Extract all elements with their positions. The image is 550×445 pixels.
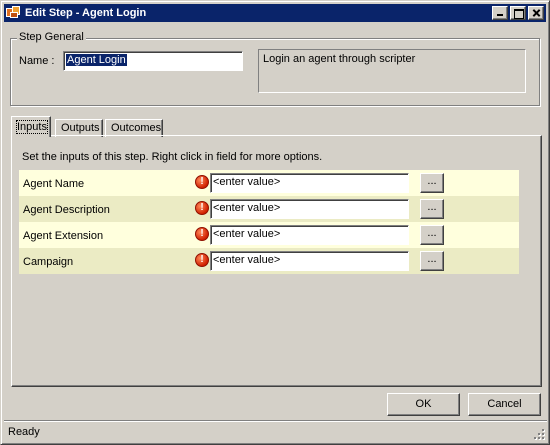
- input-value-field[interactable]: <enter value>: [210, 251, 409, 271]
- input-label: Agent Description: [23, 204, 110, 216]
- ok-button[interactable]: OK: [387, 393, 460, 416]
- tab-inputs[interactable]: Inputs: [11, 116, 51, 137]
- input-label: Campaign: [23, 256, 74, 268]
- browse-button[interactable]: ...: [420, 225, 444, 245]
- input-label: Agent Extension: [23, 230, 104, 242]
- maximize-button[interactable]: [510, 6, 526, 20]
- input-row: Agent Extension ! <enter value> ...: [19, 222, 519, 248]
- group-title: Step General: [17, 31, 86, 43]
- browse-button[interactable]: ...: [420, 199, 444, 219]
- resize-grip-icon[interactable]: [533, 428, 545, 440]
- browse-button[interactable]: ...: [420, 173, 444, 193]
- input-value-field[interactable]: <enter value>: [210, 173, 409, 193]
- edit-step-dialog: Edit Step - Agent Login Step General Nam…: [0, 0, 550, 445]
- scripter-app-icon: [6, 6, 22, 20]
- error-icon: !: [195, 175, 209, 189]
- window-title: Edit Step - Agent Login: [25, 7, 147, 19]
- name-label: Name :: [19, 55, 55, 67]
- error-icon: !: [195, 253, 209, 267]
- input-value-field[interactable]: <enter value>: [210, 199, 409, 219]
- status-text: Ready: [8, 426, 40, 438]
- name-field[interactable]: Agent Login: [63, 51, 243, 71]
- input-label: Agent Name: [23, 178, 85, 190]
- error-icon: !: [195, 227, 209, 241]
- instruction-text: Set the inputs of this step. Right click…: [22, 151, 323, 163]
- minimize-button[interactable]: [492, 6, 508, 20]
- close-button[interactable]: [528, 6, 544, 20]
- name-value: Agent Login: [66, 54, 127, 66]
- input-row: Campaign ! <enter value> ...: [19, 248, 519, 274]
- cancel-button[interactable]: Cancel: [468, 393, 541, 416]
- inputs-grid: Agent Name ! <enter value> ... Agent Des…: [19, 170, 519, 274]
- browse-button[interactable]: ...: [420, 251, 444, 271]
- inputs-panel: Set the inputs of this step. Right click…: [11, 135, 542, 387]
- step-general-group: Step General Name : Agent Login Login an…: [10, 31, 540, 106]
- error-icon: !: [195, 201, 209, 215]
- input-value-field[interactable]: <enter value>: [210, 225, 409, 245]
- input-row: Agent Description ! <enter value> ...: [19, 196, 519, 222]
- title-bar[interactable]: Edit Step - Agent Login: [4, 4, 546, 22]
- input-row: Agent Name ! <enter value> ...: [19, 170, 519, 196]
- step-description: Login an agent through scripter: [258, 49, 526, 93]
- status-bar: Ready: [4, 420, 547, 442]
